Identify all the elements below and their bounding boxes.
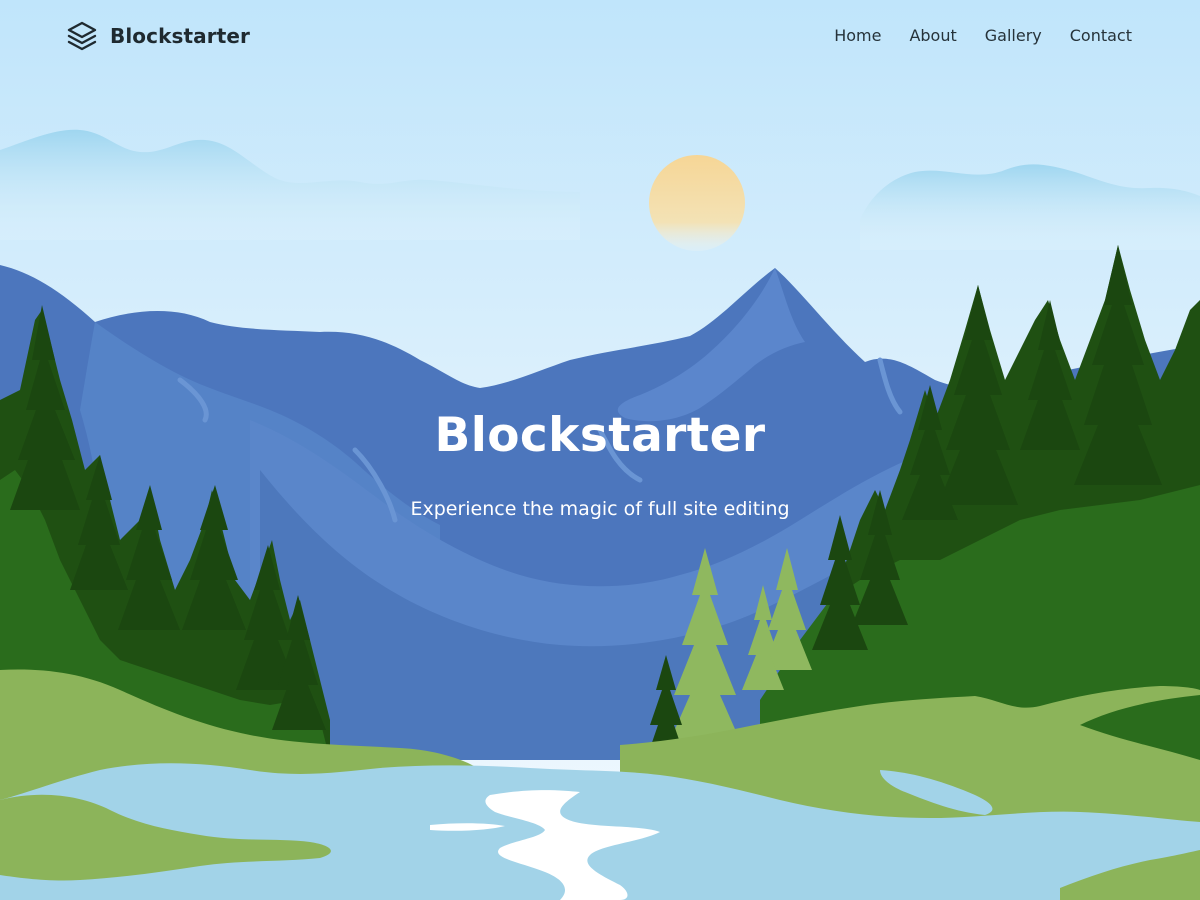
nav-item-gallery[interactable]: Gallery (985, 24, 1042, 48)
hero-subtitle: Experience the magic of full site editin… (410, 498, 790, 520)
site-logo-link[interactable]: Blockstarter (66, 19, 250, 53)
hero-title: Blockstarter (434, 408, 766, 463)
site-title: Blockstarter (110, 24, 251, 48)
nav-item-home[interactable]: Home (834, 24, 881, 48)
site-header: Blockstarter Home About Gallery Contact (0, 0, 1200, 72)
stacked-layers-icon (66, 20, 98, 52)
primary-navigation: Home About Gallery Contact (834, 24, 1132, 48)
nav-item-contact[interactable]: Contact (1070, 24, 1132, 48)
sun (649, 155, 745, 251)
nav-item-about[interactable]: About (909, 24, 956, 48)
page: Blockstarter Home About Gallery Contact … (0, 0, 1200, 900)
